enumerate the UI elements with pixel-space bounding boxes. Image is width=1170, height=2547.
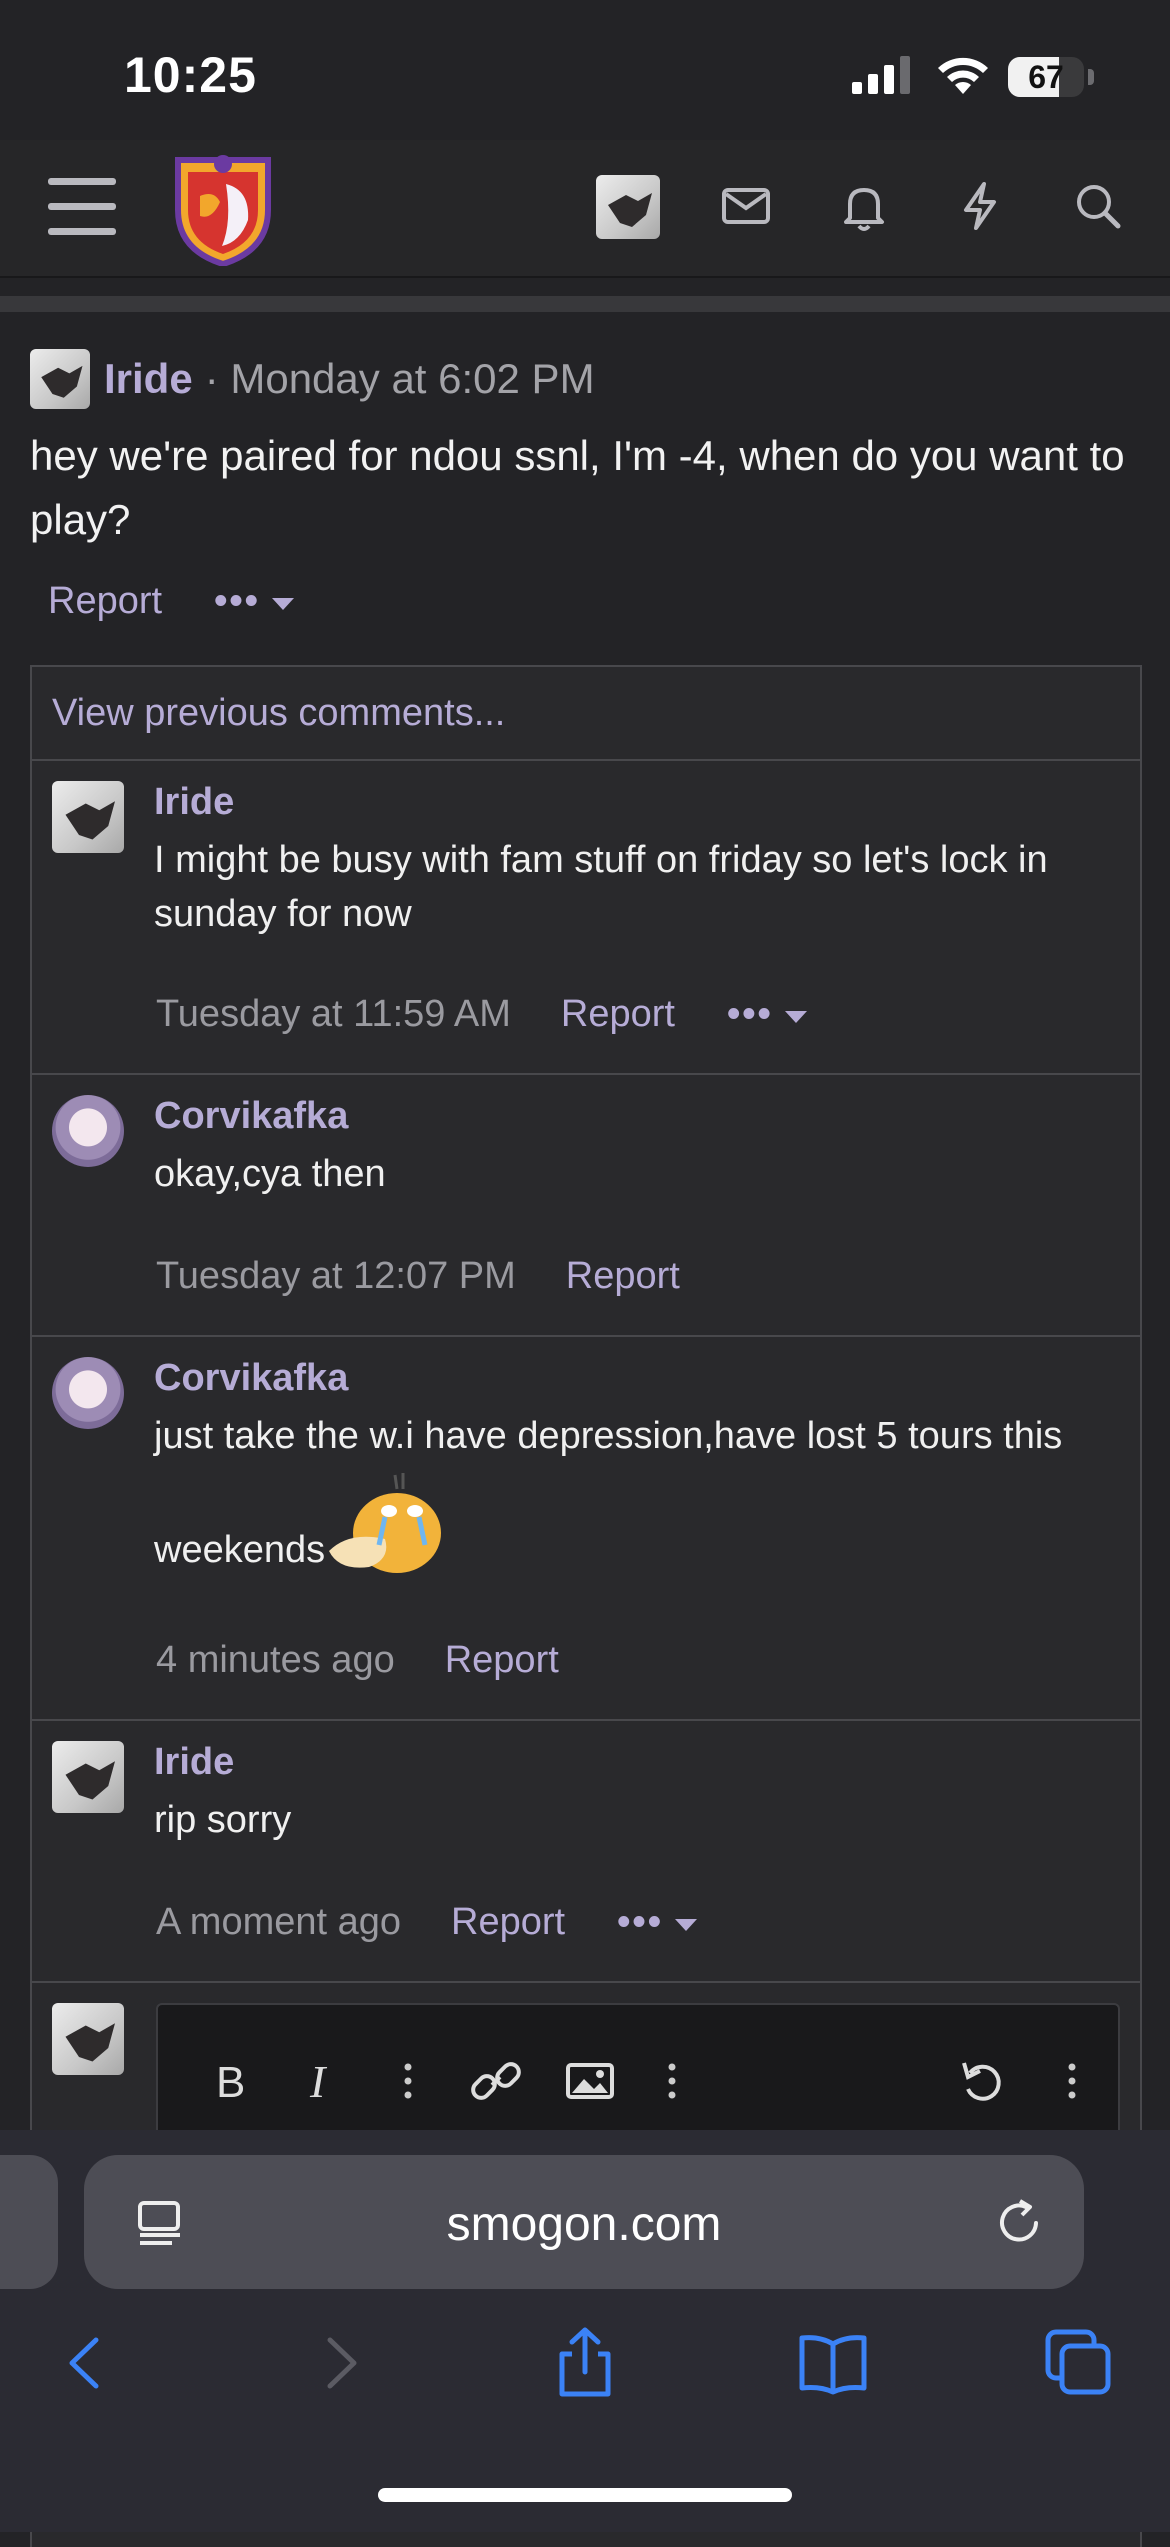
comment: Corvikafka just take the w.i have depres… xyxy=(32,1337,1140,1721)
avatar[interactable] xyxy=(52,1741,124,1813)
bookmarks-icon[interactable] xyxy=(794,2324,872,2402)
comment-text: rip sorry xyxy=(154,1799,292,1841)
comment-timestamp[interactable]: Tuesday at 11:59 AM xyxy=(156,993,511,1036)
avatar xyxy=(52,2003,124,2075)
more-options-button[interactable]: ••• xyxy=(727,993,807,1036)
wifi-icon xyxy=(938,57,988,94)
avatar[interactable] xyxy=(52,1357,124,1429)
share-icon[interactable] xyxy=(546,2324,624,2402)
comment-timestamp[interactable]: 4 minutes ago xyxy=(156,1639,395,1682)
link-icon[interactable] xyxy=(468,2053,524,2109)
comment-author[interactable]: Corvikafka xyxy=(154,1357,348,1400)
post-timestamp[interactable]: · Monday at 6:02 PM xyxy=(205,355,595,403)
chevron-down-icon xyxy=(784,1010,807,1023)
more-vertical-icon[interactable] xyxy=(1044,2053,1100,2109)
avatar[interactable] xyxy=(30,349,90,409)
report-link[interactable]: Report xyxy=(48,580,162,623)
forward-icon[interactable] xyxy=(300,2324,378,2402)
comment-text: just take the w.i have depression,have l… xyxy=(154,1409,1114,1577)
back-icon[interactable] xyxy=(48,2324,126,2402)
more-options-button[interactable]: ••• xyxy=(214,580,294,623)
comment-author[interactable]: Corvikafka xyxy=(154,1095,348,1138)
report-link[interactable]: Report xyxy=(445,1639,559,1682)
more-vertical-icon[interactable] xyxy=(380,2053,436,2109)
report-link[interactable]: Report xyxy=(561,993,675,1036)
crying-psyduck-emoji xyxy=(329,1473,442,1573)
reload-icon[interactable] xyxy=(990,2193,1048,2251)
comment-author[interactable]: Iride xyxy=(154,1741,234,1784)
undo-icon[interactable] xyxy=(954,2053,1010,2109)
svg-text:I: I xyxy=(309,2056,328,2107)
editor-toolbar: B I xyxy=(156,2003,1120,2147)
envelope-icon[interactable] xyxy=(718,178,774,234)
battery-cap xyxy=(1088,69,1094,85)
search-icon[interactable] xyxy=(1070,178,1126,234)
avatar[interactable] xyxy=(52,781,124,853)
chevron-down-icon xyxy=(675,1918,698,1931)
url-text[interactable]: smogon.com xyxy=(84,2197,1084,2252)
view-previous-comments-link[interactable]: View previous comments... xyxy=(32,667,1140,761)
svg-text:B: B xyxy=(216,2058,245,2107)
comment: Iride I might be busy with fam stuff on … xyxy=(32,761,1140,1075)
comment-timestamp[interactable]: Tuesday at 12:07 PM xyxy=(156,1255,516,1298)
comment-text-line-with-emoji: weekends xyxy=(154,1467,1114,1577)
post-body: hey we're paired for ndou ssnl, I'm -4, … xyxy=(30,432,1125,543)
comment-text-line: just take the w.i have depression,have l… xyxy=(154,1415,1063,1457)
report-link[interactable]: Report xyxy=(451,1901,565,1944)
comment: Corvikafka okay,cya then Tuesday at 12:0… xyxy=(32,1075,1140,1337)
more-dots-icon: ••• xyxy=(214,580,260,622)
status-bar: 10:25 67 xyxy=(0,0,1170,140)
cellular-signal-icon xyxy=(852,56,910,94)
section-divider xyxy=(0,296,1170,312)
comment-text: I might be busy with fam stuff on friday… xyxy=(154,839,1048,935)
browser-toolbar: smogon.com xyxy=(0,2130,1170,2532)
image-icon[interactable] xyxy=(562,2053,618,2109)
bell-icon[interactable] xyxy=(836,178,892,234)
user-avatar[interactable] xyxy=(596,175,660,239)
battery-icon: 67 xyxy=(1008,57,1084,97)
previous-tab-peek[interactable] xyxy=(0,2155,58,2289)
comment-timestamp[interactable]: A moment ago xyxy=(156,1901,401,1944)
comment-meta: 4 minutes ago Report xyxy=(156,1639,559,1682)
comment-meta: Tuesday at 12:07 PM Report xyxy=(156,1255,680,1298)
address-bar[interactable]: smogon.com xyxy=(84,2155,1084,2289)
hamburger-menu-icon[interactable] xyxy=(48,178,116,236)
comment-meta: A moment ago Report ••• xyxy=(156,1901,698,1944)
chevron-down-icon xyxy=(271,597,294,610)
smogon-logo[interactable] xyxy=(170,150,276,266)
more-vertical-icon[interactable] xyxy=(644,2053,700,2109)
post-author[interactable]: Iride xyxy=(104,355,193,403)
battery-level: 67 xyxy=(1028,59,1064,95)
comment: Iride rip sorry A moment ago Report ••• xyxy=(32,1721,1140,1983)
comment-text-line: weekends xyxy=(154,1529,326,1571)
bold-icon[interactable]: B xyxy=(204,2053,260,2109)
report-link[interactable]: Report xyxy=(566,1255,680,1298)
tabs-icon[interactable] xyxy=(1040,2324,1118,2402)
home-indicator xyxy=(378,2488,792,2502)
more-options-button[interactable]: ••• xyxy=(617,1901,698,1944)
site-navbar xyxy=(0,140,1170,278)
comment-meta: Tuesday at 11:59 AM Report ••• xyxy=(156,993,807,1036)
status-time: 10:25 xyxy=(124,47,257,103)
avatar[interactable] xyxy=(52,1095,124,1167)
post-header: Iride · Monday at 6:02 PM xyxy=(30,348,595,410)
comment-author[interactable]: Iride xyxy=(154,781,234,824)
post-actions: Report ••• xyxy=(48,580,294,623)
comment-text: okay,cya then xyxy=(154,1153,386,1195)
italic-icon[interactable]: I xyxy=(294,2053,350,2109)
more-dots-icon: ••• xyxy=(726,993,773,1035)
more-dots-icon: ••• xyxy=(617,1901,664,1943)
lightning-icon[interactable] xyxy=(952,178,1008,234)
